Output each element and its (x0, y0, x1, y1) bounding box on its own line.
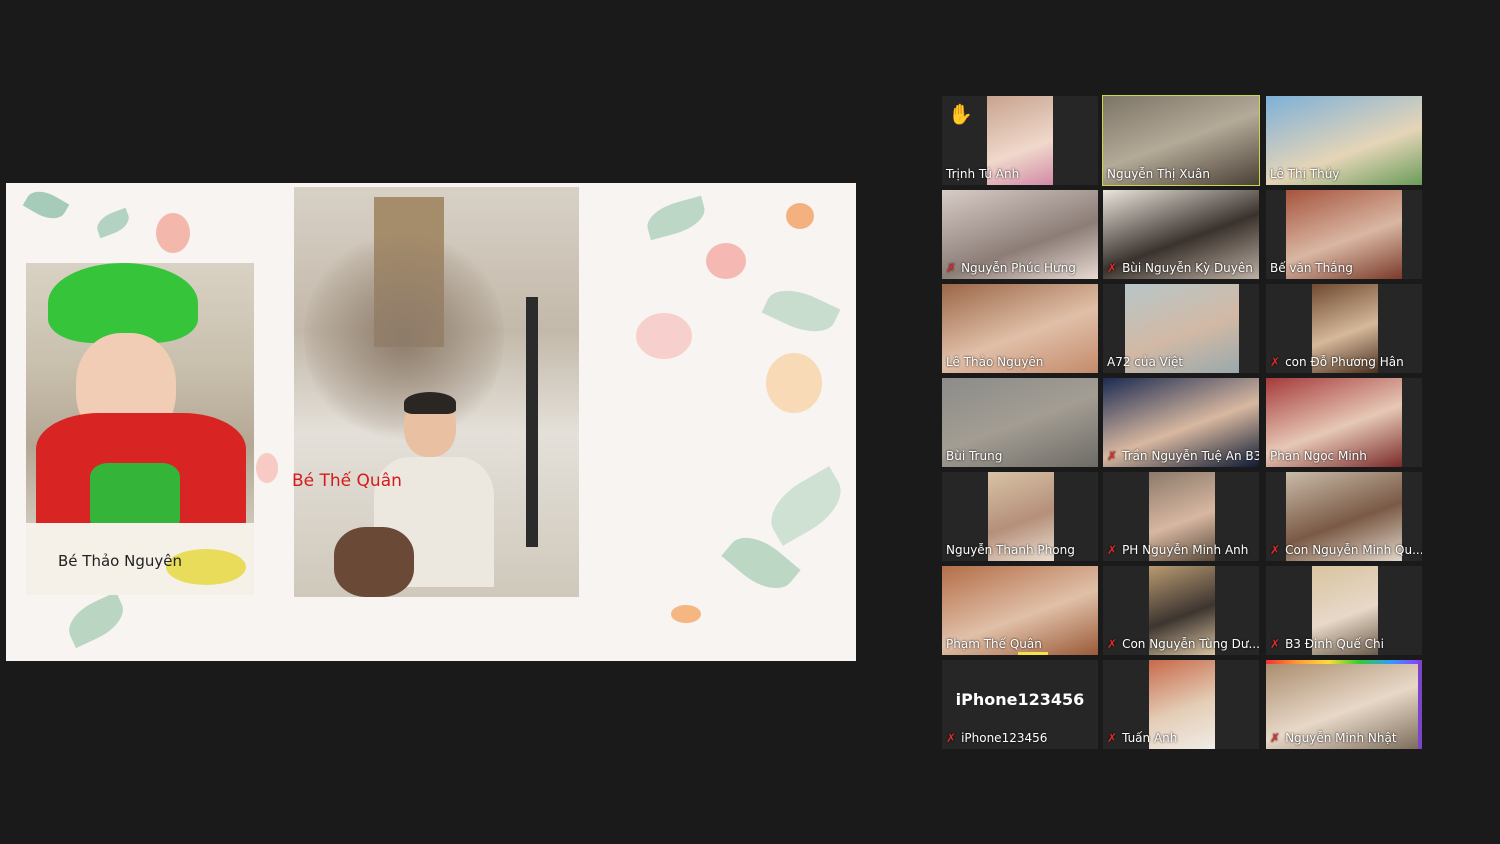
photo-child-hat (48, 263, 198, 343)
caption-left: Bé Thảo Nguyên (58, 552, 182, 570)
photo-boy-hair (404, 392, 456, 414)
participant-tile[interactable]: ✗ Tuấn Anh (1103, 660, 1259, 749)
participant-display-name: iPhone123456 (955, 690, 1085, 709)
participant-tile[interactable]: ✗ Bùi Nguyễn Kỳ Duyên (1103, 190, 1259, 279)
participant-label: ✗ Con Nguyễn Minh Qu... (1270, 543, 1422, 557)
participant-label: Trịnh Tú Anh (946, 167, 1020, 181)
muted-mic-icon: ✗ (946, 261, 957, 275)
photo-speaker (526, 297, 538, 547)
decor-flower (671, 605, 701, 623)
photo-left (26, 263, 254, 595)
muted-mic-icon: ✗ (1270, 543, 1281, 557)
participant-tile[interactable]: ✗ Nguyễn Minh Nhật (1266, 660, 1422, 749)
participant-label: Nguyễn Thanh Phong (946, 543, 1075, 557)
participant-label: ✗ iPhone123456 (946, 731, 1048, 745)
participant-tile[interactable]: A72 của Việt (1103, 284, 1259, 373)
muted-mic-icon: ✗ (1107, 637, 1118, 651)
participant-label: Lê Thị Thủy (1270, 167, 1340, 181)
participant-tile[interactable]: ✗ con Đỗ Phương Hân (1266, 284, 1422, 373)
decor-leaf (643, 195, 709, 241)
participant-tile[interactable]: ✗ Con Nguyễn Minh Qu... (1266, 472, 1422, 561)
participant-label: Phạm Thế Quân (946, 637, 1042, 651)
decor-leaf (61, 591, 131, 649)
photo-right (294, 187, 579, 597)
participant-label: Lê Thảo Nguyên (946, 355, 1044, 369)
participant-tile[interactable]: ✗ Con Nguyễn Tùng Dư... (1103, 566, 1259, 655)
raised-hand-icon: ✋ (948, 102, 973, 126)
participant-tile[interactable]: ✋ Trịnh Tú Anh (942, 96, 1098, 185)
participant-tile[interactable]: Lê Thảo Nguyên (942, 284, 1098, 373)
decor-leaf (93, 207, 133, 239)
decor-flower (256, 453, 278, 483)
decor-flower (766, 353, 822, 413)
participant-tile[interactable]: ✗ PH Nguyễn Minh Anh (1103, 472, 1259, 561)
participant-gallery: ✋ Trịnh Tú Anh Nguyễn Thị Xuân Lê Thị Th… (942, 95, 1424, 749)
decor-flower (706, 243, 746, 279)
participant-label: ✗ Bùi Nguyễn Kỳ Duyên (1107, 261, 1253, 275)
participant-tile-active-speaker[interactable]: Nguyễn Thị Xuân (1102, 95, 1260, 186)
photo-branches (304, 227, 504, 447)
participant-tile[interactable]: Bùi Trung (942, 378, 1098, 467)
decor-leaf (759, 466, 853, 546)
participant-label: ✗ B3 Đinh Quế Chi (1270, 637, 1384, 651)
participant-label: ✗ Nguyễn Phúc Hưng (946, 261, 1076, 275)
muted-mic-icon: ✗ (1270, 637, 1281, 651)
speaking-indicator (1018, 652, 1048, 655)
participant-tile[interactable]: ✗ B3 Đinh Quế Chi (1266, 566, 1422, 655)
decor-flower (786, 203, 814, 229)
decor-flower (636, 313, 692, 359)
participant-label: Phan Ngọc Minh (1270, 449, 1367, 463)
participant-label: Nguyễn Thị Xuân (1107, 167, 1210, 181)
participant-label: A72 của Việt (1107, 355, 1184, 369)
participant-label: ✗ Tuấn Anh (1107, 731, 1178, 745)
muted-mic-icon: ✗ (1270, 355, 1281, 369)
caption-right: Bé Thế Quân (292, 471, 402, 491)
participant-tile[interactable]: Phạm Thế Quân (942, 566, 1098, 655)
participant-label: ✗ Nguyễn Minh Nhật (1270, 731, 1397, 745)
participant-tile[interactable]: Lê Thị Thủy (1266, 96, 1422, 185)
participant-tile[interactable]: Bế văn Thắng (1266, 190, 1422, 279)
decor-leaf (761, 279, 841, 343)
muted-mic-icon: ✗ (1107, 449, 1118, 463)
participant-label: ✗ con Đỗ Phương Hân (1270, 355, 1404, 369)
shared-screen: Bé Thảo Nguyên Bé Thế Quân (6, 183, 856, 661)
participant-tile[interactable]: Nguyễn Thanh Phong (942, 472, 1098, 561)
spotlight-border-side (1418, 660, 1422, 749)
participant-tile-no-video[interactable]: iPhone123456 ✗ iPhone123456 (942, 660, 1098, 749)
participant-label: Bùi Trung (946, 449, 1003, 463)
decor-flower (156, 213, 190, 253)
decor-leaf (22, 184, 70, 226)
participant-tile[interactable]: ✗ Nguyễn Phúc Hưng (942, 190, 1098, 279)
participant-label: Bế văn Thắng (1270, 261, 1353, 275)
participant-label: ✗ Con Nguyễn Tùng Dư... (1107, 637, 1259, 651)
muted-mic-icon: ✗ (1107, 261, 1118, 275)
muted-mic-icon: ✗ (1107, 731, 1118, 745)
muted-mic-icon: ✗ (1270, 731, 1281, 745)
participant-label: ✗ PH Nguyễn Minh Anh (1107, 543, 1249, 557)
muted-mic-icon: ✗ (946, 731, 957, 745)
participant-label: ✗ Trần Nguyễn Tuệ An B3 (1107, 449, 1259, 463)
photo-jar (334, 527, 414, 597)
participant-tile[interactable]: ✗ Trần Nguyễn Tuệ An B3 (1103, 378, 1259, 467)
muted-mic-icon: ✗ (1107, 543, 1118, 557)
participant-tile[interactable]: Phan Ngọc Minh (1266, 378, 1422, 467)
spotlight-border (1266, 660, 1422, 664)
